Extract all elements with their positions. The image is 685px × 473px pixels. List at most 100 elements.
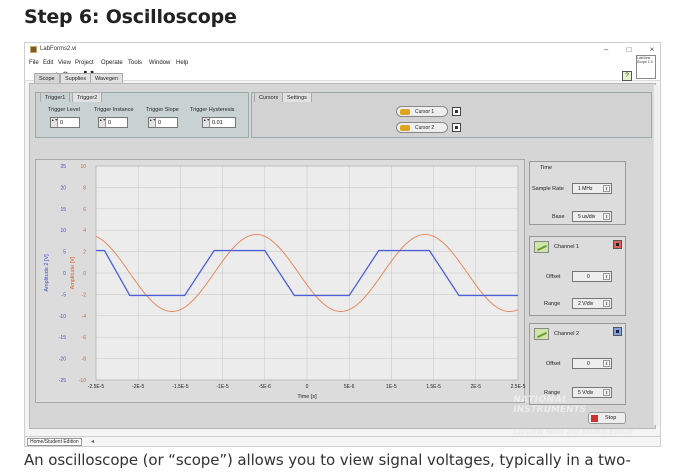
cursor-2-control[interactable]: Cursor 2 (396, 122, 448, 133)
x-tick-label: 2.5E-5 (511, 384, 526, 390)
channel-1-enable-toggle[interactable] (613, 240, 622, 249)
y-tick-label-left-axis: 25 (60, 164, 66, 170)
channel-2-panel: Channel 2 Offset 0 ⇕ Range 5 V/div ⇕ (529, 323, 626, 405)
labview-app-icon (30, 46, 37, 53)
vi-icon: LabView Scope 1.0 (636, 55, 656, 79)
cursor-1-control[interactable]: Cursor 1 (396, 106, 448, 117)
menu-window[interactable]: Window (149, 60, 170, 66)
y-tick-label-right-axis: -6 (82, 335, 87, 341)
stepper-icon[interactable]: ▲▼ (203, 118, 210, 127)
y-tick-label-left-axis: 0 (63, 271, 66, 277)
y-tick-label-right-axis: -4 (82, 314, 87, 320)
y-tick-label-left-axis: 10 (60, 228, 66, 234)
channel-1-icon[interactable] (534, 241, 549, 253)
front-panel: Scope Supplies Wavegen Trigger1 Trigger2… (29, 73, 656, 429)
waveform-chart-svg: -2.5E-5 -2E-5 -1.5E-5 -1E-5 -5E-6 0 5E-6 1E-5 1.… (44, 164, 526, 400)
stepper-icon[interactable]: ⇕ (603, 360, 610, 367)
base-select[interactable]: 5 us/div ⇕ (572, 211, 612, 222)
menu-bar: File Edit View Project Operate Tools Win… (25, 57, 660, 69)
cursor-2-checkbox[interactable] (452, 123, 461, 132)
trigger-level-label: Trigger Level (48, 107, 80, 113)
trigger-slope-label: Trigger Slope (146, 107, 179, 113)
y-tick-label-left-axis: 5 (63, 250, 66, 256)
tab-cursors[interactable]: Cursors (254, 92, 284, 102)
menu-operate[interactable]: Operate (101, 60, 123, 66)
channel-2-range-select[interactable]: 5 V/div ⇕ (572, 387, 612, 398)
y-tick-label-left-axis: -25 (59, 378, 66, 384)
channel-2-offset-input[interactable]: 0 ⇕ (572, 358, 612, 369)
stepper-icon[interactable]: ▲▼ (51, 118, 58, 127)
channel-2-offset-label: Offset (546, 361, 561, 367)
y-tick-label-right-axis: 0 (83, 271, 86, 277)
menu-view[interactable]: View (58, 60, 71, 66)
trigger-instance-label: Trigger Instance (94, 107, 134, 113)
y-tick-label-left-axis: -5 (62, 292, 67, 298)
vertical-scrollbar[interactable] (653, 85, 659, 425)
tab-trigger2[interactable]: Trigger2 (72, 92, 103, 102)
menu-help[interactable]: Help (176, 60, 188, 66)
channel-1-title: Channel 1 (554, 244, 580, 250)
stepper-icon[interactable]: ⇕ (603, 273, 610, 280)
channel-1-range-select[interactable]: 2 V/div ⇕ (572, 298, 612, 309)
waveform-graph[interactable]: -2.5E-5 -2E-5 -1.5E-5 -1E-5 -5E-6 0 5E-6 1E-5 1.… (35, 159, 526, 403)
time-panel: Time Sample Rate 1 MHz ⇕ Base 5 us/div ⇕ (529, 161, 626, 225)
trigger-hysteresis-label: Trigger Hysteresis (190, 107, 235, 113)
y-tick-label-right-axis: 2 (83, 250, 86, 256)
sample-rate-select[interactable]: 1 MHz ⇕ (572, 183, 612, 194)
tab-trigger1[interactable]: Trigger1 (40, 92, 71, 102)
x-axis-label: Time [s] (297, 394, 317, 400)
dropdown-arrow-icon[interactable]: ⇕ (603, 185, 610, 192)
tab-wavegen[interactable]: Wavegen (90, 73, 124, 83)
page: Step 6: Oscilloscope LabForms2.vi – □ × … (0, 0, 685, 473)
y-tick-label-right-axis: -10 (79, 378, 86, 384)
step-heading: Step 6: Oscilloscope (24, 6, 237, 28)
help-icon[interactable]: ? (622, 71, 632, 81)
trigger-slope-input[interactable]: ▲▼ 0 (148, 117, 178, 128)
sample-rate-label: Sample Rate (532, 186, 564, 192)
cursor-icon (400, 109, 410, 115)
stop-icon (591, 415, 598, 422)
x-tick-label: -1E-5 (216, 384, 228, 390)
channel-1-offset-input[interactable]: 0 ⇕ (572, 271, 612, 282)
x-tick-label: -5E-6 (259, 384, 271, 390)
channel-2-enable-toggle[interactable] (613, 327, 622, 336)
stop-button[interactable]: Stop (588, 412, 626, 424)
y-axis-label-left: Amplitude 2 [V] (44, 254, 50, 292)
y-tick-label-left-axis: -10 (59, 314, 66, 320)
tab-settings[interactable]: Settings (282, 92, 312, 102)
y-tick-label-left-axis: 15 (60, 207, 66, 213)
minimize-button[interactable]: – (598, 44, 614, 56)
y-tick-label-right-axis: 10 (80, 164, 86, 170)
menu-file[interactable]: File (29, 60, 39, 66)
status-bar: Home/Student Edition ◂ (25, 436, 660, 446)
trigger-hysteresis-input[interactable]: ▲▼ 0.01 (202, 117, 236, 128)
menu-edit[interactable]: Edit (43, 60, 53, 66)
y-tick-label-right-axis: 8 (83, 185, 86, 191)
menu-tools[interactable]: Tools (128, 60, 142, 66)
trigger-level-input[interactable]: ▲▼ 0 (50, 117, 80, 128)
edition-badge: Home/Student Edition (27, 438, 82, 446)
title-bar: LabForms2.vi – □ × (25, 43, 660, 57)
stepper-icon[interactable]: ▲▼ (149, 118, 156, 127)
channel-1-panel: Channel 1 Offset 0 ⇕ Range 2 V/div ⇕ (529, 236, 626, 316)
ni-logo-line1: NATIONAL (512, 395, 570, 405)
x-tick-label: 2E-5 (471, 384, 482, 390)
dropdown-arrow-icon[interactable]: ⇕ (603, 389, 610, 396)
dropdown-arrow-icon[interactable]: ⇕ (603, 300, 610, 307)
x-tick-label: -1.5E-5 (172, 384, 189, 390)
menu-project[interactable]: Project (75, 60, 94, 66)
cursor-1-checkbox[interactable] (452, 107, 461, 116)
x-tick-label: 0 (306, 384, 309, 390)
scroll-left-icon[interactable]: ◂ (91, 438, 94, 445)
trigger-panel: Trigger1 Trigger2 Trigger Level ▲▼ 0 Tri… (35, 92, 249, 138)
tab-scope[interactable]: Scope (34, 73, 60, 83)
tab-supplies[interactable]: Supplies (60, 73, 92, 83)
maximize-button[interactable]: □ (621, 44, 637, 56)
dropdown-arrow-icon[interactable]: ⇕ (603, 213, 610, 220)
channel-2-icon[interactable] (534, 328, 549, 340)
stepper-icon[interactable]: ▲▼ (99, 118, 106, 127)
y-tick-label-right-axis: 6 (83, 207, 86, 213)
trigger-instance-input[interactable]: ▲▼ 0 (98, 117, 128, 128)
x-tick-label: -2E-5 (132, 384, 144, 390)
x-tick-label: 5E-6 (344, 384, 355, 390)
